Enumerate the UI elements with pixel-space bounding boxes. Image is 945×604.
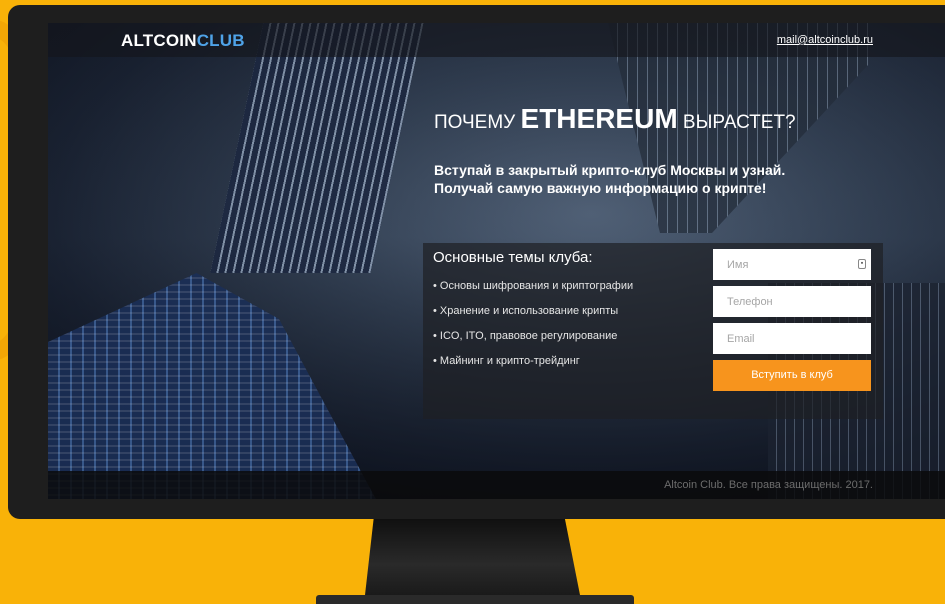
logo-main-text: ALTCOIN xyxy=(121,31,197,50)
topics-title: Основные темы клуба: xyxy=(433,249,593,266)
list-item: • Основы шифрования и криптографии xyxy=(433,280,634,292)
headline-suffix: ВЫРАСТЕТ? xyxy=(677,112,796,133)
logo-accent-text: CLUB xyxy=(196,31,245,50)
signup-form: Имя ▪ Телефон Email Вступить в клуб xyxy=(713,249,871,391)
email-input[interactable]: Email xyxy=(713,323,871,354)
name-input[interactable]: Имя ▪ xyxy=(713,249,871,280)
name-placeholder: Имя xyxy=(727,259,749,271)
hero-subheadline: Вступай в закрытый крипто-клуб Москвы и … xyxy=(434,161,854,197)
site-logo[interactable]: ALTCOINCLUB xyxy=(121,31,245,51)
website-screen: ALTCOINCLUB mail@altcoinclub.ru ПОЧЕМУ E… xyxy=(48,23,945,499)
list-item: • Хранение и использование крипты xyxy=(433,305,619,317)
headline-prefix: ПОЧЕМУ xyxy=(434,112,521,133)
topics-list: • Основы шифрования и криптографии • Хра… xyxy=(433,279,633,379)
contact-card-icon[interactable]: ▪ xyxy=(858,259,866,269)
monitor-stand xyxy=(365,519,580,595)
email-placeholder: Email xyxy=(727,333,755,345)
signup-panel: Основные темы клуба: • Основы шифрования… xyxy=(423,243,883,419)
monitor-bezel: ALTCOINCLUB mail@altcoinclub.ru ПОЧЕМУ E… xyxy=(8,5,945,519)
email-link[interactable]: mail@altcoinclub.ru xyxy=(777,34,873,46)
subheadline-line-2: Получай самую важную информацию о крипте… xyxy=(434,180,767,196)
site-footer: Altcoin Club. Все права защищены. 2017. xyxy=(48,471,945,499)
join-club-button[interactable]: Вступить в клуб xyxy=(713,360,871,391)
list-item: • ICO, ITO, правовое регулирование xyxy=(433,330,618,342)
building-image xyxy=(48,273,378,499)
list-item: • Майнинг и крипто-трейдинг xyxy=(433,355,580,367)
phone-placeholder: Телефон xyxy=(727,296,773,308)
building-image xyxy=(210,23,426,273)
headline-ethereum: ETHEREUM xyxy=(520,103,678,134)
monitor-stand-base xyxy=(316,595,634,604)
phone-input[interactable]: Телефон xyxy=(713,286,871,317)
site-header: ALTCOINCLUB mail@altcoinclub.ru xyxy=(48,23,945,57)
subheadline-line-1: Вступай в закрытый крипто-клуб Москвы и … xyxy=(434,162,786,178)
hero-headline: ПОЧЕМУ ETHEREUM ВЫРАСТЕТ? xyxy=(434,103,796,135)
copyright-text: Altcoin Club. Все права защищены. 2017. xyxy=(664,479,873,491)
